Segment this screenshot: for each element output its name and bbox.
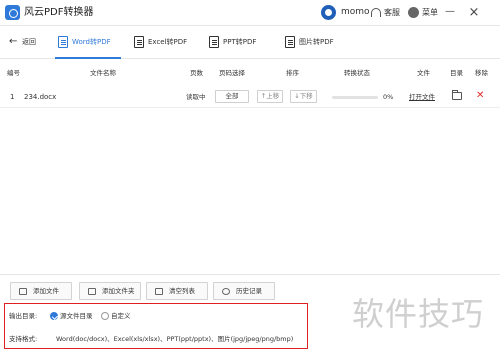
clear-list-button[interactable]: 清空列表: [146, 282, 208, 300]
minimize-button[interactable]: —: [444, 7, 456, 19]
radio-source-dir[interactable]: [50, 312, 58, 320]
output-settings-panel: 输出目录: 源文件目录 自定义 支持格式: Word(doc/docx)、Exc…: [4, 303, 308, 349]
tab-ppt-to-pdf[interactable]: PPT转PDF: [209, 26, 261, 59]
radio-source-dir-label[interactable]: 源文件目录: [60, 312, 93, 321]
output-dir-label: 输出目录:: [9, 312, 38, 320]
app-logo-icon: [5, 5, 20, 20]
column-header-file: 文件: [417, 69, 430, 77]
title-bar: 风云PDF转换器 momo 客服 菜单 — ×: [0, 0, 500, 26]
folder-icon[interactable]: [451, 90, 462, 100]
file-table-header: 编号 文件名称 页数 页码选择 排序 转换状态 文件 目录 移除: [0, 66, 500, 80]
tab-word-to-pdf[interactable]: Word转PDF: [55, 26, 121, 59]
app-title: 风云PDF转换器: [24, 7, 94, 18]
excel-document-icon: [134, 36, 144, 48]
headset-icon[interactable]: [371, 8, 381, 17]
column-header-sort: 排序: [286, 69, 299, 77]
table-row: 1 234.docx 读取中 全部 ↑上移 ↓下移 0% 打开文件 ✕: [0, 86, 500, 108]
trash-icon: [155, 288, 163, 295]
tab-excel-to-pdf[interactable]: Excel转PDF: [134, 26, 192, 59]
clock-icon: [222, 288, 230, 295]
page-select-button[interactable]: 全部: [215, 90, 249, 103]
menu-button[interactable]: 菜单: [422, 7, 438, 19]
history-label: 历史记录: [236, 287, 262, 295]
move-down-button[interactable]: ↓下移: [290, 90, 317, 103]
customer-service-button[interactable]: 客服: [384, 7, 400, 19]
user-avatar[interactable]: [321, 5, 336, 20]
history-button[interactable]: 历史记录: [213, 282, 275, 300]
add-folder-icon: [88, 288, 96, 295]
progress-percent: 0%: [383, 93, 394, 101]
watermark-text: 软件技巧: [352, 295, 485, 333]
add-file-button[interactable]: 添加文件: [10, 282, 72, 300]
back-button[interactable]: 返回: [22, 38, 36, 47]
word-document-icon: [58, 36, 68, 48]
column-header-index: 编号: [7, 69, 20, 77]
column-header-remove: 移除: [475, 69, 488, 77]
tab-label: 图片转PDF: [299, 38, 334, 46]
move-up-button[interactable]: ↑上移: [257, 90, 283, 103]
add-file-label: 添加文件: [33, 287, 59, 295]
add-folder-button[interactable]: 添加文件夹: [79, 282, 141, 300]
conversion-nav: ← 返回 Word转PDF Excel转PDF PPT转PDF 图片转PDF: [0, 26, 500, 59]
tab-label: Word转PDF: [72, 38, 111, 46]
tab-label: PPT转PDF: [223, 38, 257, 46]
clear-list-label: 清空列表: [169, 287, 195, 295]
add-folder-label: 添加文件夹: [102, 287, 135, 295]
row-pages-status: 读取中: [186, 93, 206, 101]
supported-formats-text: Word(doc/docx)、Excel(xls/xlsx)、PPT(ppt/p…: [56, 335, 294, 343]
ppt-document-icon: [209, 36, 219, 48]
column-header-pages: 页数: [190, 69, 203, 77]
file-list-empty-area: [0, 109, 500, 274]
conversion-progress-bar: [332, 96, 378, 99]
image-document-icon: [285, 36, 295, 48]
column-header-page-select: 页码选择: [219, 69, 245, 77]
column-header-directory: 目录: [450, 69, 463, 77]
row-filename: 234.docx: [24, 93, 57, 101]
close-window-button[interactable]: ×: [467, 6, 481, 20]
column-header-filename: 文件名称: [90, 69, 116, 77]
radio-custom-dir-label[interactable]: 自定义: [111, 312, 131, 321]
menu-icon[interactable]: [408, 7, 419, 18]
username[interactable]: momo: [341, 6, 370, 19]
row-index: 1: [10, 93, 15, 101]
tab-label: Excel转PDF: [148, 38, 188, 46]
tab-image-to-pdf[interactable]: 图片转PDF: [285, 26, 335, 59]
delete-icon[interactable]: ✕: [476, 90, 484, 102]
open-file-link[interactable]: 打开文件: [409, 92, 435, 102]
radio-custom-dir[interactable]: [101, 312, 109, 320]
back-arrow-icon[interactable]: ←: [9, 37, 17, 47]
add-file-icon: [19, 288, 27, 295]
column-header-status: 转换状态: [344, 69, 370, 77]
supported-formats-label: 支持格式:: [9, 335, 38, 343]
